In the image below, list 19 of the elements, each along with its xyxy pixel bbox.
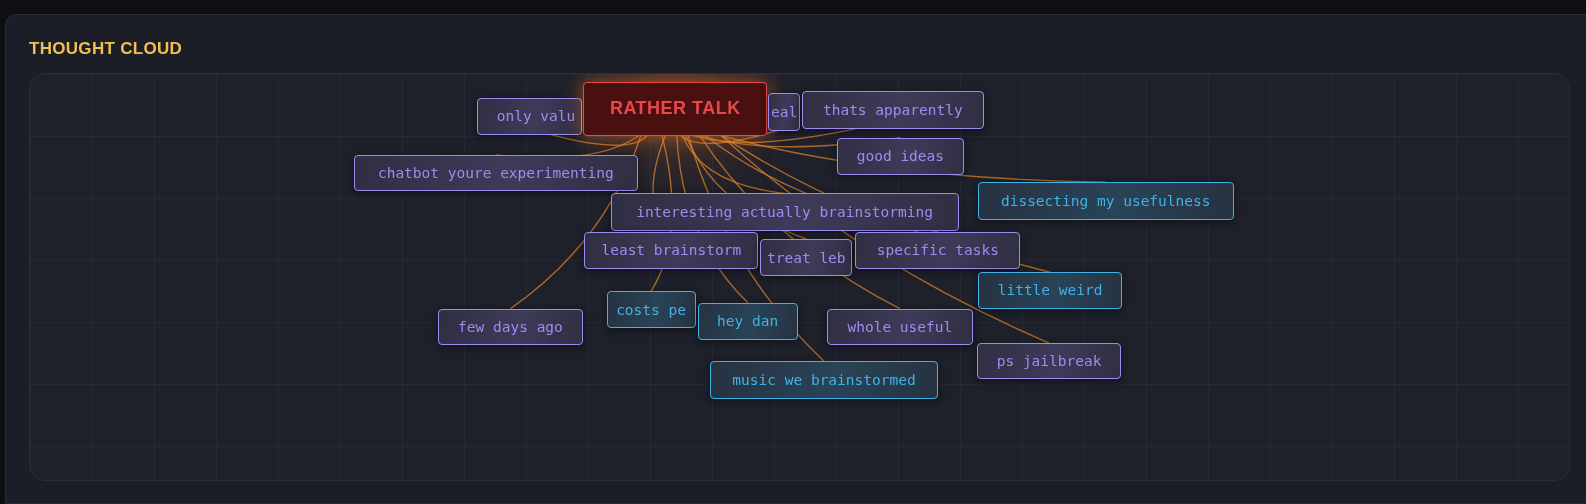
topic-node[interactable]: little weird xyxy=(977,272,1123,309)
topic-node[interactable]: treat leb xyxy=(760,238,853,277)
central-node[interactable]: RATHER TALK xyxy=(583,82,768,136)
topic-node[interactable]: good ideas xyxy=(837,137,964,176)
topic-node[interactable]: specific tasks xyxy=(855,231,1021,270)
topic-node[interactable]: chatbot youre experimenting xyxy=(353,154,638,192)
topic-node[interactable]: dissecting my usefulness xyxy=(977,182,1234,220)
topic-node[interactable]: eal xyxy=(768,93,800,131)
topic-node[interactable]: interesting actually brainstorming xyxy=(610,193,959,231)
topic-node[interactable]: costs pe xyxy=(606,291,696,328)
topic-node[interactable]: least brainstorm xyxy=(584,231,759,270)
topic-node[interactable]: whole useful xyxy=(827,308,973,346)
topic-node[interactable]: thats apparently xyxy=(801,91,984,129)
topic-node[interactable]: ps jailbreak xyxy=(976,343,1122,380)
topic-node[interactable]: music we brainstormed xyxy=(709,361,939,399)
topic-node[interactable]: hey dan xyxy=(697,302,798,340)
topic-node[interactable]: few days ago xyxy=(437,308,584,346)
topic-node[interactable]: only valu xyxy=(477,98,583,135)
panel-title: THOUGHT CLOUD xyxy=(29,39,184,59)
